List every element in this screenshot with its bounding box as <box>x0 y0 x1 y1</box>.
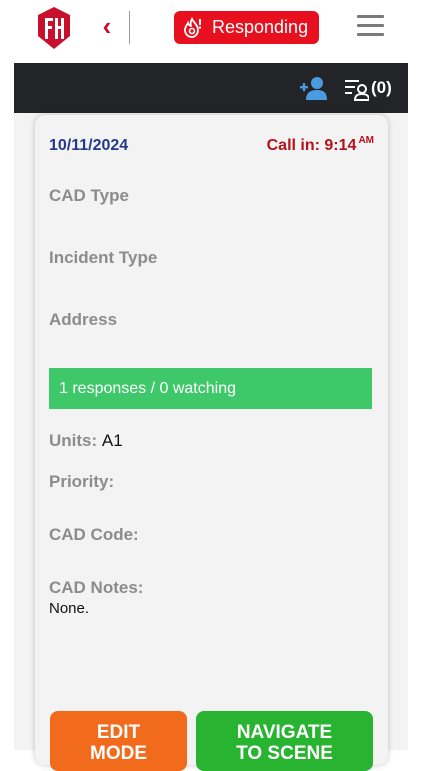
edit-button-line1: EDIT <box>96 722 141 743</box>
responding-label: Responding <box>212 17 309 37</box>
top-header: ‹ Responding <box>14 0 408 63</box>
filter-count[interactable]: (0) <box>371 77 392 99</box>
call-in-ampm: AM <box>358 135 374 146</box>
call-in-time: Call in: 9:14 AM <box>266 135 374 155</box>
cad-notes-value: None. <box>49 600 90 617</box>
add-person-icon[interactable] <box>300 75 327 101</box>
hamburger-menu-icon[interactable] <box>357 15 384 37</box>
navigate-button-line2: TO SCENE <box>236 743 333 764</box>
action-toolbar: (0) <box>14 63 408 113</box>
incident-card: 10/11/2024 Call in: 9:14 AM CAD Type Inci… <box>35 115 388 765</box>
units-label: Units: <box>49 431 98 450</box>
edit-button-line2: MODE <box>90 743 147 764</box>
priority-label: Priority: <box>49 472 115 491</box>
navigate-to-scene-button[interactable]: NAVIGATE TO SCENE <box>196 711 373 771</box>
back-button[interactable]: ‹ <box>94 12 120 40</box>
responding-button[interactable]: Responding <box>174 11 319 44</box>
address-label: Address <box>49 310 118 329</box>
units-row: Units: A1 <box>49 431 123 451</box>
app-logo-icon <box>38 7 70 49</box>
units-value: A1 <box>101 431 123 450</box>
call-in-label: Call in: 9:14 <box>266 137 357 154</box>
incident-type-label: Incident Type <box>49 248 158 267</box>
cad-notes-label: CAD Notes: <box>49 578 144 597</box>
header-divider <box>129 11 130 44</box>
responding-flame-icon <box>184 16 201 38</box>
navigate-button-line1: NAVIGATE <box>236 722 333 743</box>
responses-status-bar[interactable]: 1 responses / 0 watching <box>49 368 372 409</box>
cad-type-label: CAD Type <box>49 186 129 205</box>
filter-list-icon[interactable] <box>345 75 369 101</box>
edit-mode-button[interactable]: EDIT MODE <box>50 711 187 771</box>
cad-code-label: CAD Code: <box>49 525 139 544</box>
incident-date: 10/11/2024 <box>49 137 129 154</box>
